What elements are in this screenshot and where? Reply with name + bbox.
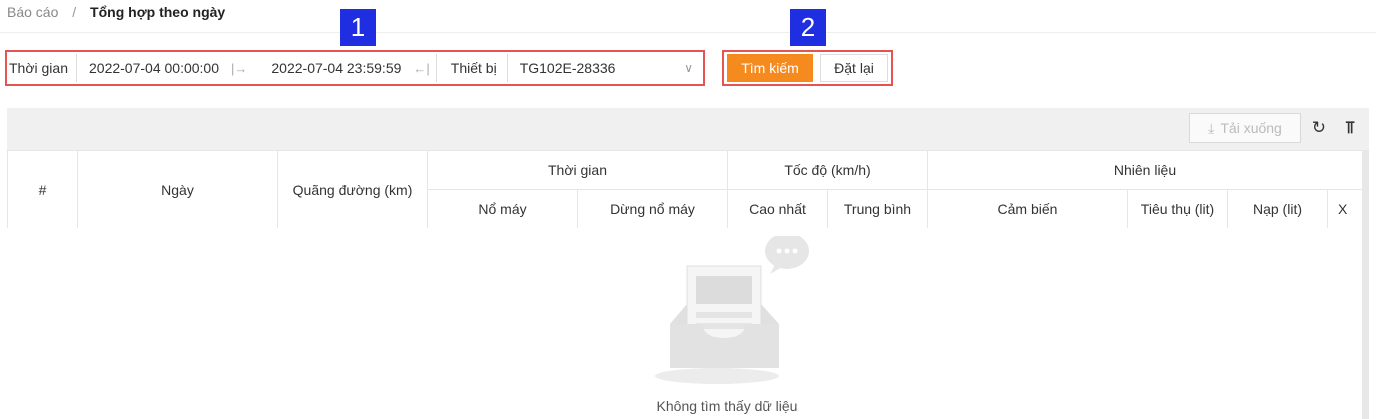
device-select-value: TG102E-28336 (519, 60, 616, 76)
action-buttons: Tìm kiếm Đặt lại (722, 50, 893, 86)
col-index: # (7, 150, 78, 229)
breadcrumb-root[interactable]: Báo cáo (7, 4, 58, 20)
chevron-down-icon: ∨ (684, 61, 693, 75)
date-to-input[interactable]: 2022-07-04 23:59:59 (247, 54, 413, 82)
col-consumed: Tiêu thụ (lit) (1127, 189, 1228, 229)
col-speed-avg: Trung bình (827, 189, 928, 229)
col-speed-max: Cao nhất (727, 189, 828, 229)
header-divider (0, 32, 1376, 33)
annotation-marker-1: 1 (340, 9, 376, 46)
download-label: Tải xuống (1220, 120, 1282, 136)
date-from-input[interactable]: 2022-07-04 00:00:00 (77, 54, 231, 82)
breadcrumb-separator: / (72, 4, 77, 20)
device-label: Thiết bị (435, 54, 508, 82)
range-arrow-right-icon: |→ (231, 60, 248, 76)
table-toolbar: ⤓ Tải xuống ↻ ⫪ (7, 108, 1369, 150)
col-distance: Quãng đường (km) (277, 150, 428, 229)
col-group-speed: Tốc độ (km/h) (727, 150, 928, 190)
time-label: Thời gian (7, 54, 77, 82)
col-group-time: Thời gian (427, 150, 728, 190)
col-refill: Nạp (lit) (1227, 189, 1328, 229)
page-title: Tổng hợp theo ngày (90, 4, 226, 20)
refresh-icon[interactable]: ↻ (1312, 118, 1326, 138)
annotation-marker-2: 2 (790, 9, 826, 46)
col-engine-off: Dừng nổ máy (577, 189, 728, 229)
col-extra: X (1327, 189, 1363, 229)
horizontal-scrollbar[interactable] (1362, 150, 1369, 419)
device-select[interactable]: TG102E-28336 ∨ (508, 54, 703, 82)
report-table: # Ngày Quãng đường (km) Thời gian Tốc độ… (7, 150, 1363, 229)
column-height-icon[interactable]: ⫪ (1345, 118, 1355, 138)
col-engine-on: Nổ máy (427, 189, 578, 229)
col-sensor: Cảm biến (927, 189, 1128, 229)
col-group-fuel: Nhiên liệu (927, 150, 1363, 190)
download-icon: ⤓ (1208, 119, 1215, 136)
search-button[interactable]: Tìm kiếm (727, 54, 813, 82)
reset-button[interactable]: Đặt lại (820, 54, 888, 82)
empty-message: Không tìm thấy dữ liệu (656, 398, 798, 414)
download-button[interactable]: ⤓ Tải xuống (1189, 113, 1301, 143)
filter-bar: Thời gian 2022-07-04 00:00:00 |→ 2022-07… (5, 50, 705, 86)
report-panel: ⤓ Tải xuống ↻ ⫪ # Ngày Quãng đường (km) … (7, 108, 1369, 419)
empty-inbox-icon (655, 236, 809, 384)
breadcrumb: Báo cáo / Tổng hợp theo ngày (7, 4, 225, 20)
range-arrow-left-icon: ←| (413, 60, 430, 76)
col-date: Ngày (77, 150, 278, 229)
